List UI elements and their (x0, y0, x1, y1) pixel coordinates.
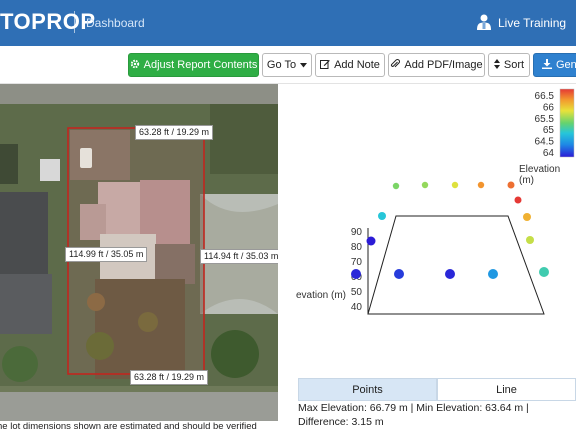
user-icon (477, 14, 491, 33)
aerial-lot-map[interactable]: 63.28 ft / 19.29 m 114.99 ft / 35.05 m 1… (0, 84, 278, 421)
tab-points[interactable]: Points (298, 378, 437, 401)
sort-button[interactable]: Sort (488, 53, 530, 77)
elevation-point-left-back[interactable] (392, 182, 400, 190)
add-pdf-label: Add PDF/Image (404, 59, 483, 71)
brand-divider (74, 11, 75, 33)
download-icon (542, 58, 552, 72)
go-to-dropdown[interactable]: Go To (262, 53, 312, 77)
colorbar-ticks: 66.56665.56564.564 (535, 91, 555, 159)
elevation-point-back-mid-left[interactable] (451, 181, 459, 189)
dimension-top: 63.28 ft / 19.29 m (135, 125, 214, 140)
colorbar-tick-label: 65 (543, 125, 555, 136)
elevation-point-right-back[interactable] (523, 213, 531, 221)
caret-down-icon (300, 59, 308, 71)
user-menu[interactable]: Live Training (477, 12, 566, 34)
chart-base-plane (367, 215, 545, 315)
colorbar-tick-label: 65.5 (535, 114, 555, 125)
dimension-left: 114.99 ft / 35.05 m (65, 247, 148, 262)
elevation-point-right-mid[interactable] (526, 236, 534, 244)
elevation-point-right-front[interactable] (539, 267, 549, 277)
elevation-points (351, 181, 549, 279)
add-pdf-image-button[interactable]: Add PDF/Image (388, 53, 485, 77)
brand-logo[interactable]: TOPROP (0, 9, 96, 35)
gear-icon (130, 59, 140, 72)
generate-label: Gene (556, 59, 576, 71)
elevation-summary: Max Elevation: 66.79 m | Min Elevation: … (298, 402, 529, 428)
go-to-label: Go To (266, 59, 297, 71)
elevation-3d-chart[interactable]: 405060708090 evation (m) 66.56665.56564.… (296, 84, 576, 374)
top-navbar: TOPROP Dashboard Live Training (0, 0, 576, 46)
colorbar-tick-label: 66.5 (535, 91, 555, 102)
colorbar-tick-label: 66 (543, 102, 555, 113)
edit-icon (320, 59, 330, 72)
lot-dimensions-disclaimer: he lot dimensions shown are estimated an… (0, 422, 257, 432)
elevation-point-front-mid-left[interactable] (394, 269, 404, 279)
breadcrumb-dashboard[interactable]: Dashboard (86, 15, 145, 31)
elevation-point-front-left[interactable] (351, 269, 361, 279)
z-tick-label: 80 (351, 242, 363, 253)
paperclip-icon (390, 58, 401, 72)
report-toolbar: Adjust Report Contents Go To Add Note Ad… (0, 46, 576, 84)
generate-button[interactable]: Gene (533, 53, 576, 77)
elevation-point-front-mid-right[interactable] (445, 269, 455, 279)
z-axis-title: evation (m) (296, 290, 346, 301)
adjust-report-label: Adjust Report Contents (143, 59, 258, 71)
elevation-point-left-mid[interactable] (378, 212, 386, 220)
tab-line[interactable]: Line (437, 378, 576, 401)
colorbar-tick-label: 64.5 (535, 137, 555, 148)
z-tick-label: 40 (351, 302, 363, 313)
adjust-report-button[interactable]: Adjust Report Contents (128, 53, 259, 77)
add-note-label: Add Note (334, 59, 380, 71)
dimension-bottom: 63.28 ft / 19.29 m (130, 370, 209, 385)
view-tabs: Points Line (298, 378, 576, 401)
elevation-point-back-left[interactable] (421, 181, 429, 189)
colorbar (559, 88, 575, 158)
user-name: Live Training (498, 16, 567, 30)
colorbar-title: Elevation (m) (519, 164, 561, 186)
dimension-right: 114.94 ft / 35.03 m (200, 249, 278, 264)
sort-icon (493, 58, 500, 72)
z-tick-label: 50 (351, 287, 363, 298)
z-tick-label: 90 (351, 227, 363, 238)
add-note-button[interactable]: Add Note (315, 53, 385, 77)
elevation-point-front-right[interactable] (488, 269, 498, 279)
colorbar-tick-label: 64 (543, 148, 555, 159)
elevation-point-front-left-corner[interactable] (366, 236, 376, 246)
elevation-point-back-right[interactable] (514, 196, 522, 204)
z-tick-label: 70 (351, 257, 363, 268)
sort-label: Sort (503, 59, 525, 71)
elevation-point-back-mid-right[interactable] (507, 181, 515, 189)
elevation-point-back-mid[interactable] (477, 181, 485, 189)
